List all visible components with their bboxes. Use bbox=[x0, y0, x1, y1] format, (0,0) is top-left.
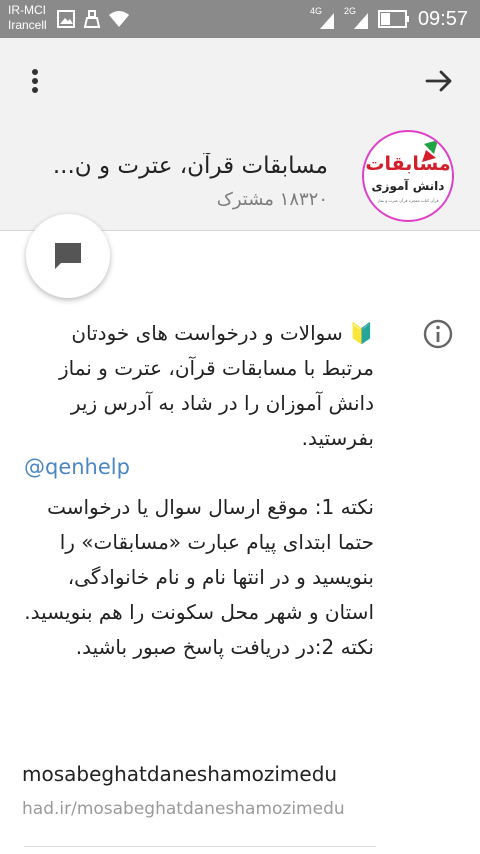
message-button[interactable] bbox=[26, 214, 110, 298]
logo-line-1: مسابقات bbox=[365, 153, 450, 175]
status-bar: IR-MCI Irancell 4G 2G 09:57 bbox=[0, 0, 480, 38]
image-icon bbox=[57, 10, 75, 28]
carrier-label: IR-MCI Irancell bbox=[8, 3, 47, 33]
channel-logo: مسابقات دانش آموزی قرآن کتاب معجزه قرآن … bbox=[365, 140, 451, 203]
channel-header: مسابقات قرآن، عترت و ن... ۱۸۳۲۰ مشترک مس… bbox=[0, 38, 480, 231]
support-username-link[interactable]: @qenhelp bbox=[24, 455, 130, 479]
signal-2-icon: 2G bbox=[343, 6, 370, 31]
info-icon bbox=[423, 319, 453, 349]
status-right: 4G 2G 09:57 bbox=[309, 6, 468, 31]
cleaner-icon bbox=[83, 10, 101, 28]
description-text-1: 🔰 سوالات و درخواست های خودتان مرتبط با م… bbox=[58, 321, 374, 450]
description-text-3: نکته 2:در دریافت پاسخ صبور باشید. bbox=[75, 635, 374, 659]
description-text-2: نکته 1: موقع ارسال سوال یا درخواست حتما … bbox=[24, 495, 374, 624]
battery-icon bbox=[377, 10, 409, 28]
channel-link[interactable]: mosabeghatdaneshamozimedu bbox=[22, 762, 372, 786]
channel-notes: نکته 1: موقع ارسال سوال یا درخواست حتما … bbox=[24, 490, 374, 665]
back-button[interactable] bbox=[424, 66, 454, 96]
status-time: 09:57 bbox=[417, 7, 468, 30]
chat-bubble-icon bbox=[55, 243, 81, 269]
signal-1-label: 4G bbox=[309, 6, 322, 16]
logo-line-2: دانش آموزی bbox=[372, 178, 445, 194]
channel-avatar[interactable]: مسابقات دانش آموزی قرآن کتاب معجزه قرآن … bbox=[362, 130, 454, 222]
arrow-right-icon bbox=[425, 70, 452, 92]
carrier-line-2: Irancell bbox=[8, 18, 47, 32]
signal-1-icon: 4G bbox=[309, 6, 336, 31]
channel-description: 🔰 سوالات و درخواست های خودتان مرتبط با م… bbox=[24, 316, 374, 456]
more-vert-icon bbox=[32, 69, 38, 93]
notification-icons bbox=[56, 9, 130, 29]
subscriber-count: ۱۸۳۲۰ مشترک bbox=[216, 189, 328, 210]
signal-2-label: 2G bbox=[343, 6, 356, 16]
carrier-line-1: IR-MCI bbox=[8, 3, 46, 17]
divider bbox=[24, 846, 376, 847]
wifi-icon bbox=[109, 11, 129, 27]
channel-title: مسابقات قرآن، عترت و ن... bbox=[52, 153, 328, 179]
more-options-button[interactable] bbox=[20, 66, 50, 96]
logo-tagline: قرآن کتاب معجزه قرآن عترت و نماز bbox=[376, 198, 438, 203]
channel-link-url[interactable]: had.ir/mosabeghatdaneshamozimedu bbox=[22, 799, 372, 819]
info-button bbox=[422, 318, 454, 350]
